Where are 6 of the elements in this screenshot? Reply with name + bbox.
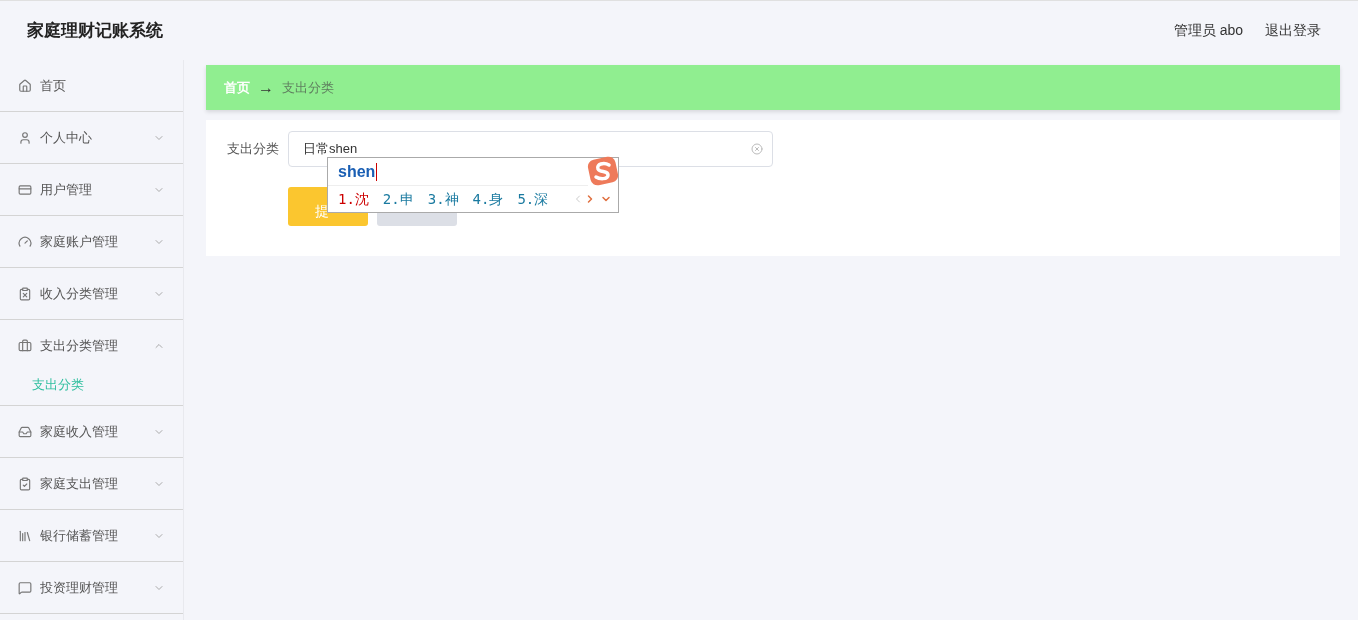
field-label: 支出分类 — [227, 140, 280, 159]
ime-composition: shen — [338, 162, 378, 181]
app-title: 家庭理财记账系统 — [27, 19, 163, 42]
breadcrumb-current: 支出分类 — [282, 78, 334, 97]
breadcrumb-separator: → — [258, 77, 274, 98]
user-name: 管理员 abo — [1173, 21, 1243, 40]
